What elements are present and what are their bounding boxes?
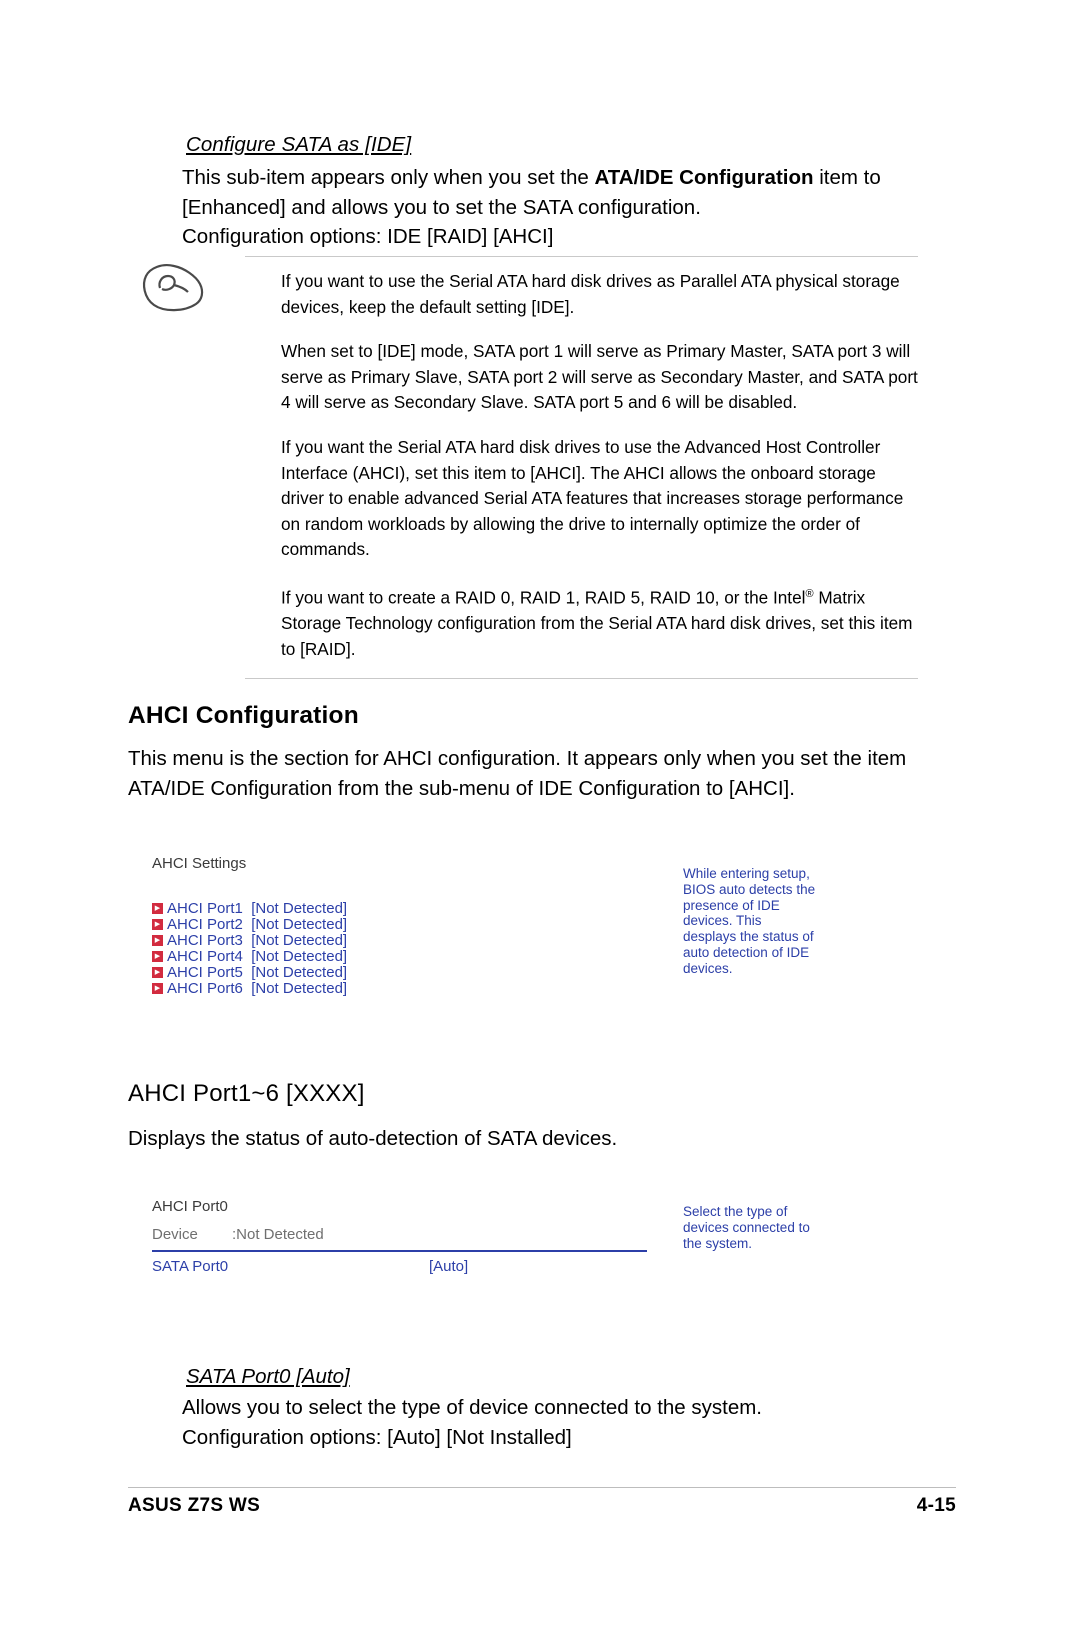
bios-selection-bar: [152, 1250, 647, 1252]
sata-port0-body-line2: Configuration options: [Auto] [Not Insta…: [182, 1425, 572, 1449]
bios-item-label: AHCI Port3 [Not Detected]: [167, 931, 348, 949]
bios-settings-title: AHCI Settings: [152, 855, 247, 872]
arrow-bullet-icon: ▶: [152, 934, 163, 946]
note-paragraph: When set to [IDE] mode, SATA port 1 will…: [281, 341, 918, 413]
bios-item-ahci-port1[interactable]: ▶ AHCI Port1 [Not Detected]: [152, 899, 348, 917]
sata-port0-body: Allows you to select the type of device …: [182, 1393, 962, 1452]
bios-item-ahci-port5[interactable]: ▶ AHCI Port5 [Not Detected]: [152, 963, 348, 981]
bios-item-label: AHCI Port5 [Not Detected]: [167, 963, 348, 981]
bios-sata-port0-label[interactable]: SATA Port0: [152, 1258, 228, 1275]
note-paragraph: If you want to use the Serial ATA hard d…: [281, 271, 900, 317]
bios-item-ahci-port2[interactable]: ▶ AHCI Port2 [Not Detected]: [152, 915, 348, 933]
body-text-config-options: Configuration options: IDE [RAID] [AHCI]: [182, 225, 554, 248]
subsection-heading-sata-port0: SATA Port0 [Auto]: [186, 1365, 350, 1388]
arrow-bullet-icon: ▶: [152, 902, 163, 914]
page-heading-ahci-configuration: AHCI Configuration: [128, 702, 359, 729]
footer-divider: [128, 1487, 956, 1488]
bios-item-label: AHCI Port1 [Not Detected]: [167, 899, 348, 917]
subsection-body-configure-sata: This sub-item appears only when you set …: [182, 163, 922, 252]
bios-port-title: AHCI Port0: [152, 1198, 228, 1215]
body-text-part1: This sub-item appears only when you set …: [182, 166, 595, 189]
sata-port0-body-line1: Allows you to select the type of device …: [182, 1396, 763, 1419]
footer-page-number: 4-15: [916, 1495, 956, 1516]
bios-item-label: AHCI Port2 [Not Detected]: [167, 915, 348, 933]
arrow-bullet-icon: ▶: [152, 966, 163, 978]
bios-help-panel-text: While entering setup, BIOS auto detects …: [683, 866, 816, 976]
arrow-bullet-icon: ▶: [152, 918, 163, 930]
ahci-port-body: Displays the status of auto-detection of…: [128, 1127, 618, 1150]
body-text-bold: ATA/IDE Configuration: [594, 166, 814, 189]
bios-item-list: ▶ AHCI Port1 [Not Detected] ▶ AHCI Port2…: [152, 899, 348, 997]
page-heading-ahci-port1-6: AHCI Port1~6 [XXXX]: [128, 1080, 365, 1107]
bios-item-label: AHCI Port6 [Not Detected]: [167, 979, 348, 997]
bios-item-label: AHCI Port4 [Not Detected]: [167, 947, 348, 965]
note-divider-bottom: [245, 678, 918, 679]
bios-help-panel-text-2: Select the type of devices connected to …: [683, 1204, 810, 1251]
note-text-block: If you want to use the Serial ATA hard d…: [281, 269, 921, 662]
subsection-heading-configure-sata-as-ide: Configure SATA as [IDE]: [186, 133, 412, 156]
note-paragraph-raid-part1: If you want to create a RAID 0, RAID 1, …: [281, 587, 806, 608]
footer-product-name: ASUS Z7S WS: [128, 1495, 261, 1516]
note-divider-top: [245, 256, 918, 257]
document-page: Configure SATA as [IDE] This sub-item ap…: [0, 0, 1080, 1627]
bios-item-ahci-port3[interactable]: ▶ AHCI Port3 [Not Detected]: [152, 931, 348, 949]
note-paragraph: If you want the Serial ATA hard disk dri…: [281, 436, 904, 560]
arrow-bullet-icon: ▶: [152, 982, 163, 994]
bios-item-ahci-port4[interactable]: ▶ AHCI Port4 [Not Detected]: [152, 947, 348, 965]
registered-mark-icon: ®: [805, 587, 814, 600]
bios-screenshot-ahci-port0: AHCI Port0 Device :Not Detected SATA Por…: [152, 1198, 942, 1298]
bios-device-label: Device: [152, 1226, 198, 1243]
bios-screenshot-ahci-settings: AHCI Settings ▶ AHCI Port1 [Not Detected…: [152, 855, 932, 1015]
bios-sata-port0-value[interactable]: [Auto]: [429, 1258, 468, 1275]
ahci-configuration-body: This menu is the section for AHCI config…: [128, 747, 907, 800]
arrow-bullet-icon: ▶: [152, 950, 163, 962]
bios-item-ahci-port6[interactable]: ▶ AHCI Port6 [Not Detected]: [152, 979, 348, 997]
pointing-hand-note-icon: [140, 258, 206, 314]
bios-device-value: :Not Detected: [232, 1226, 324, 1243]
note-paragraph-raid: If you want to create a RAID 0, RAID 1, …: [281, 582, 921, 663]
